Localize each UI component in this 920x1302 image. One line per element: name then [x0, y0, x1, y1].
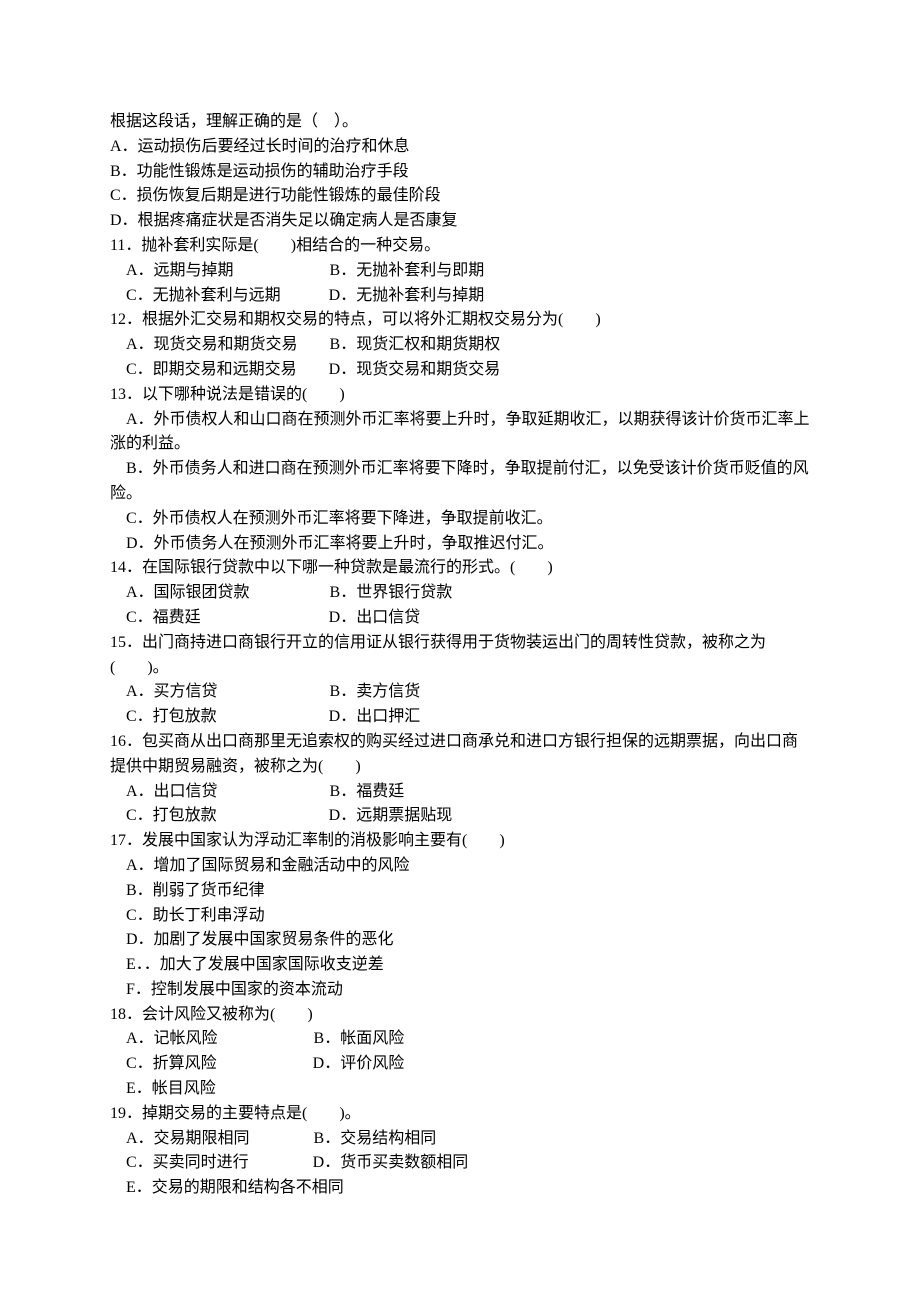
q15-stem: 15．出门商持进口商银行开立的信用证从银行获得用于货物装运出门的周转性贷款，被称… [110, 631, 810, 681]
q18-options-row2: C．折算风险 D．评价风险 [110, 1052, 810, 1077]
q19-options-row2: C．买卖同时进行 D．货币买卖数额相同 [110, 1151, 810, 1176]
intro-option-d: D．根据疼痛症状是否消失足以确定病人是否康复 [110, 209, 810, 234]
q14-stem: 14．在国际银行贷款中以下哪一种贷款是最流行的形式。( ) [110, 556, 810, 581]
intro-option-c: C．损伤恢复后期是进行功能性锻炼的最佳阶段 [110, 184, 810, 209]
q13-option-a: A．外币债权人和山口商在预测外币汇率将要上升时，争取延期收汇，以期获得该计价货币… [110, 408, 810, 458]
q17-option-c: C．助长丁利串浮动 [110, 904, 810, 929]
q18-options-row3: E．帐目风险 [110, 1077, 810, 1102]
q18-stem: 18．会计风险又被称为( ) [110, 1003, 810, 1028]
q12-stem: 12．根据外汇交易和期权交易的特点，可以将外汇期权交易分为( ) [110, 308, 810, 333]
q17-option-e: E．．加大了发展中国家国际收支逆差 [110, 953, 810, 978]
q16-options-row1: A．出口信贷 B．福费廷 [110, 780, 810, 805]
q16-options-row2: C．打包放款 D．远期票据贴现 [110, 804, 810, 829]
q13-option-d: D．外币债务人在预测外币汇率将要上升时，争取推迟付汇。 [110, 532, 810, 557]
intro-prompt: 根据这段话，理解正确的是（ ）。 [110, 110, 810, 135]
q17-option-d: D．加剧了发展中国家贸易条件的恶化 [110, 928, 810, 953]
q19-options-row1: A．交易期限相同 B．交易结构相同 [110, 1127, 810, 1152]
q17-stem: 17．发展中国家认为浮动汇率制的消极影响主要有( ) [110, 829, 810, 854]
q13-stem: 13．以下哪种说法是错误的( ) [110, 383, 810, 408]
q11-options-row1: A．远期与掉期 B．无抛补套利与即期 [110, 259, 810, 284]
q19-stem: 19．掉期交易的主要特点是( )。 [110, 1102, 810, 1127]
q14-options-row1: A．国际银团贷款 B．世界银行贷款 [110, 581, 810, 606]
q15-options-row2: C．打包放款 D．出口押汇 [110, 705, 810, 730]
q12-options-row1: A．现货交易和期货交易 B．现货汇权和期货期权 [110, 333, 810, 358]
q12-options-row2: C．即期交易和远期交易 D．现货交易和期货交易 [110, 358, 810, 383]
q18-options-row1: A．记帐风险 B．帐面风险 [110, 1027, 810, 1052]
q17-option-b: B．削弱了货币纪律 [110, 879, 810, 904]
intro-option-a: A．运动损伤后要经过长时间的治疗和休息 [110, 135, 810, 160]
q17-option-f: F．控制发展中国家的资本流动 [110, 978, 810, 1003]
q16-stem: 16．包买商从出口商那里无追索权的购买经过进口商承兑和进口方银行担保的远期票据，… [110, 730, 810, 780]
q13-option-c: C．外币债权人在预测外币汇率将要下降进，争取提前收汇。 [110, 507, 810, 532]
intro-option-b: B．功能性锻炼是运动损伤的辅助治疗手段 [110, 160, 810, 185]
q17-option-a: A．增加了国际贸易和金融活动中的风险 [110, 854, 810, 879]
q14-options-row2: C．福费廷 D．出口信贷 [110, 606, 810, 631]
q15-options-row1: A．买方信贷 B．卖方信货 [110, 680, 810, 705]
q19-options-row3: E．交易的期限和结构各不相同 [110, 1176, 810, 1201]
q13-option-b: B．外币债务人和进口商在预测外币汇率将要下降时，争取提前付汇，以免受该计价货币贬… [110, 457, 810, 507]
q11-options-row2: C．无抛补套利与远期 D．无抛补套利与掉期 [110, 284, 810, 309]
q11-stem: 11．抛补套利实际是( )相结合的一种交易。 [110, 234, 810, 259]
